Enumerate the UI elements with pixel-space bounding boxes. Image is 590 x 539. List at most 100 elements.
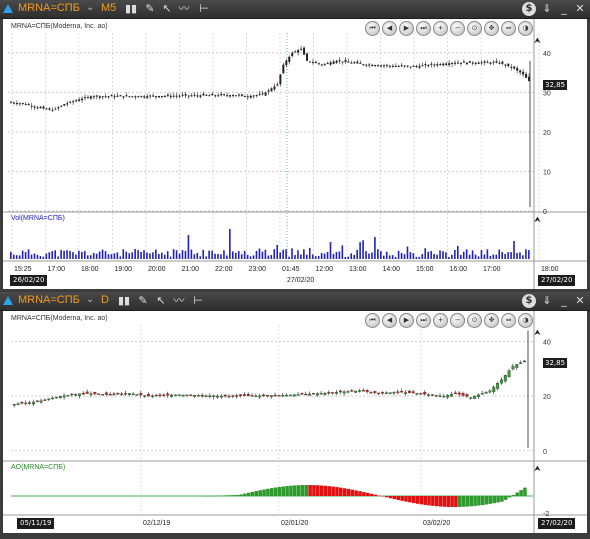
volume-bar xyxy=(353,254,355,259)
autoscale-icon[interactable]: ◑ xyxy=(518,21,533,36)
candle xyxy=(78,393,81,396)
ao-bar xyxy=(438,496,443,507)
ao-bar xyxy=(350,489,355,496)
close-icon[interactable]: ✕ xyxy=(573,294,587,308)
zoom-in-icon[interactable]: + xyxy=(433,21,448,36)
x-tick-label: 18:00 xyxy=(81,266,99,273)
x-tick-label: 18:00 xyxy=(541,266,559,273)
volume-bar xyxy=(125,251,128,259)
collapse-icon[interactable]: ⮝ xyxy=(534,464,541,474)
candle xyxy=(323,63,326,65)
x-tick-label: 16:00 xyxy=(450,266,468,273)
candle xyxy=(163,95,166,97)
scroll-begin-icon[interactable]: ⏮ xyxy=(365,21,380,36)
zoom-out-icon[interactable]: − xyxy=(450,21,465,36)
settings-icon[interactable]: ⊢ xyxy=(197,2,211,16)
volume-bar xyxy=(214,253,216,259)
candles-icon[interactable]: ▮▮ xyxy=(124,2,138,16)
minimize-icon[interactable]: _ xyxy=(557,294,571,308)
volume-bar xyxy=(439,250,441,259)
expand-icon[interactable]: ✥ xyxy=(484,21,499,36)
pin-icon[interactable]: ⇓ xyxy=(540,294,554,308)
candle xyxy=(16,403,20,406)
cursor-icon[interactable]: ↖ xyxy=(154,294,168,308)
volume-bar xyxy=(172,249,175,259)
volume-bar xyxy=(149,253,151,259)
candle xyxy=(358,390,361,392)
candle xyxy=(139,393,143,396)
x-tick-label: 23:00 xyxy=(249,266,267,273)
top-chart-area[interactable]: 0 10 20 30 40 15:25 17:00 18:00 19:00 20:00 21:00 2… xyxy=(3,19,587,289)
candle xyxy=(162,394,166,397)
candle xyxy=(78,99,81,102)
candle xyxy=(219,395,223,398)
collapse-icon[interactable]: ⮝ xyxy=(534,215,541,225)
scroll-end-icon[interactable]: ⏭ xyxy=(416,21,431,36)
timeframe-label[interactable]: M5 xyxy=(101,2,116,14)
scroll-end-icon[interactable]: ⏭ xyxy=(416,313,431,328)
scroll-begin-icon[interactable]: ⏮ xyxy=(365,313,380,328)
timeframe-label[interactable]: D xyxy=(101,294,109,306)
x-tick-label: 13:00 xyxy=(349,266,367,273)
volume-bar xyxy=(113,253,116,259)
panel-collapse-icon[interactable] xyxy=(3,296,13,305)
chevron-down-icon[interactable]: ⌄ xyxy=(86,294,94,305)
zoom-fit-icon[interactable]: ⊙ xyxy=(467,313,482,328)
dollar-icon[interactable]: $ xyxy=(522,294,536,308)
volume-bar xyxy=(261,251,264,259)
scroll-back-icon[interactable]: ◀ xyxy=(382,21,397,36)
ao-bar xyxy=(296,485,301,496)
candle xyxy=(448,63,451,66)
volume-label: Vol(MRNA=СПБ) xyxy=(11,215,65,222)
panel-collapse-icon[interactable] xyxy=(3,4,13,13)
minimize-icon[interactable]: _ xyxy=(557,2,571,16)
shrink-icon[interactable]: ⇔ xyxy=(501,21,516,36)
symbol-label[interactable]: MRNA=СПБ xyxy=(18,2,80,14)
scroll-forward-icon[interactable]: ▶ xyxy=(399,313,414,328)
pin-icon[interactable]: ⇓ xyxy=(540,2,554,16)
shrink-icon[interactable]: ⇔ xyxy=(501,313,516,328)
zoom-fit-icon[interactable]: ⊙ xyxy=(467,21,482,36)
y-tick-label: 10 xyxy=(543,169,551,176)
dollar-icon[interactable]: $ xyxy=(522,2,536,16)
settings-icon[interactable]: ⊢ xyxy=(191,294,205,308)
cursor-icon[interactable]: ↖ xyxy=(160,2,174,16)
candle xyxy=(436,64,439,66)
collapse-icon[interactable]: ⮝ xyxy=(534,328,541,338)
volume-bar xyxy=(362,240,364,259)
volume-bar xyxy=(424,248,427,259)
volume-bar xyxy=(477,256,480,259)
ao-bar xyxy=(415,496,420,504)
ao-bar xyxy=(419,496,424,505)
candle xyxy=(84,97,87,99)
expand-icon[interactable]: ✥ xyxy=(484,313,499,328)
bottom-chart-svg[interactable]: 0 20 40 02/12/19 02/01/20 03/02/20 -2 xyxy=(3,311,587,533)
collapse-icon[interactable]: ⮝ xyxy=(534,36,541,46)
scroll-back-icon[interactable]: ◀ xyxy=(382,313,397,328)
candle xyxy=(296,394,300,396)
candle xyxy=(33,106,36,108)
close-icon[interactable]: ✕ xyxy=(573,2,587,16)
candle xyxy=(344,59,347,62)
symbol-label[interactable]: MRNA=СПБ xyxy=(18,294,80,306)
zoom-out-icon[interactable]: − xyxy=(450,313,465,328)
candle xyxy=(72,101,75,103)
zoom-in-icon[interactable]: + xyxy=(433,313,448,328)
bottom-chart-area[interactable]: 0 20 40 02/12/19 02/01/20 03/02/20 -2 MRNA=СПБ… xyxy=(3,311,587,533)
scroll-forward-icon[interactable]: ▶ xyxy=(399,21,414,36)
lines-icon[interactable]: 〰 xyxy=(172,294,186,308)
candles-icon[interactable]: ▮▮ xyxy=(117,294,131,308)
y-tick-label: 20 xyxy=(543,130,551,137)
chevron-down-icon[interactable]: ⌄ xyxy=(86,2,94,13)
lines-icon[interactable]: 〰 xyxy=(177,2,191,16)
top-chart-svg[interactable]: 0 10 20 30 40 15:25 17:00 18:00 19:00 20:00 21:00 2… xyxy=(3,19,587,289)
autoscale-icon[interactable]: ◑ xyxy=(518,313,533,328)
pencil-icon[interactable]: ✎ xyxy=(143,2,157,16)
volume-bar xyxy=(510,252,512,259)
candle xyxy=(273,86,276,90)
volume-bar xyxy=(267,255,270,259)
volume-bar xyxy=(415,256,418,259)
candle xyxy=(216,395,220,398)
ao-bar xyxy=(212,495,216,497)
pencil-icon[interactable]: ✎ xyxy=(136,294,150,308)
